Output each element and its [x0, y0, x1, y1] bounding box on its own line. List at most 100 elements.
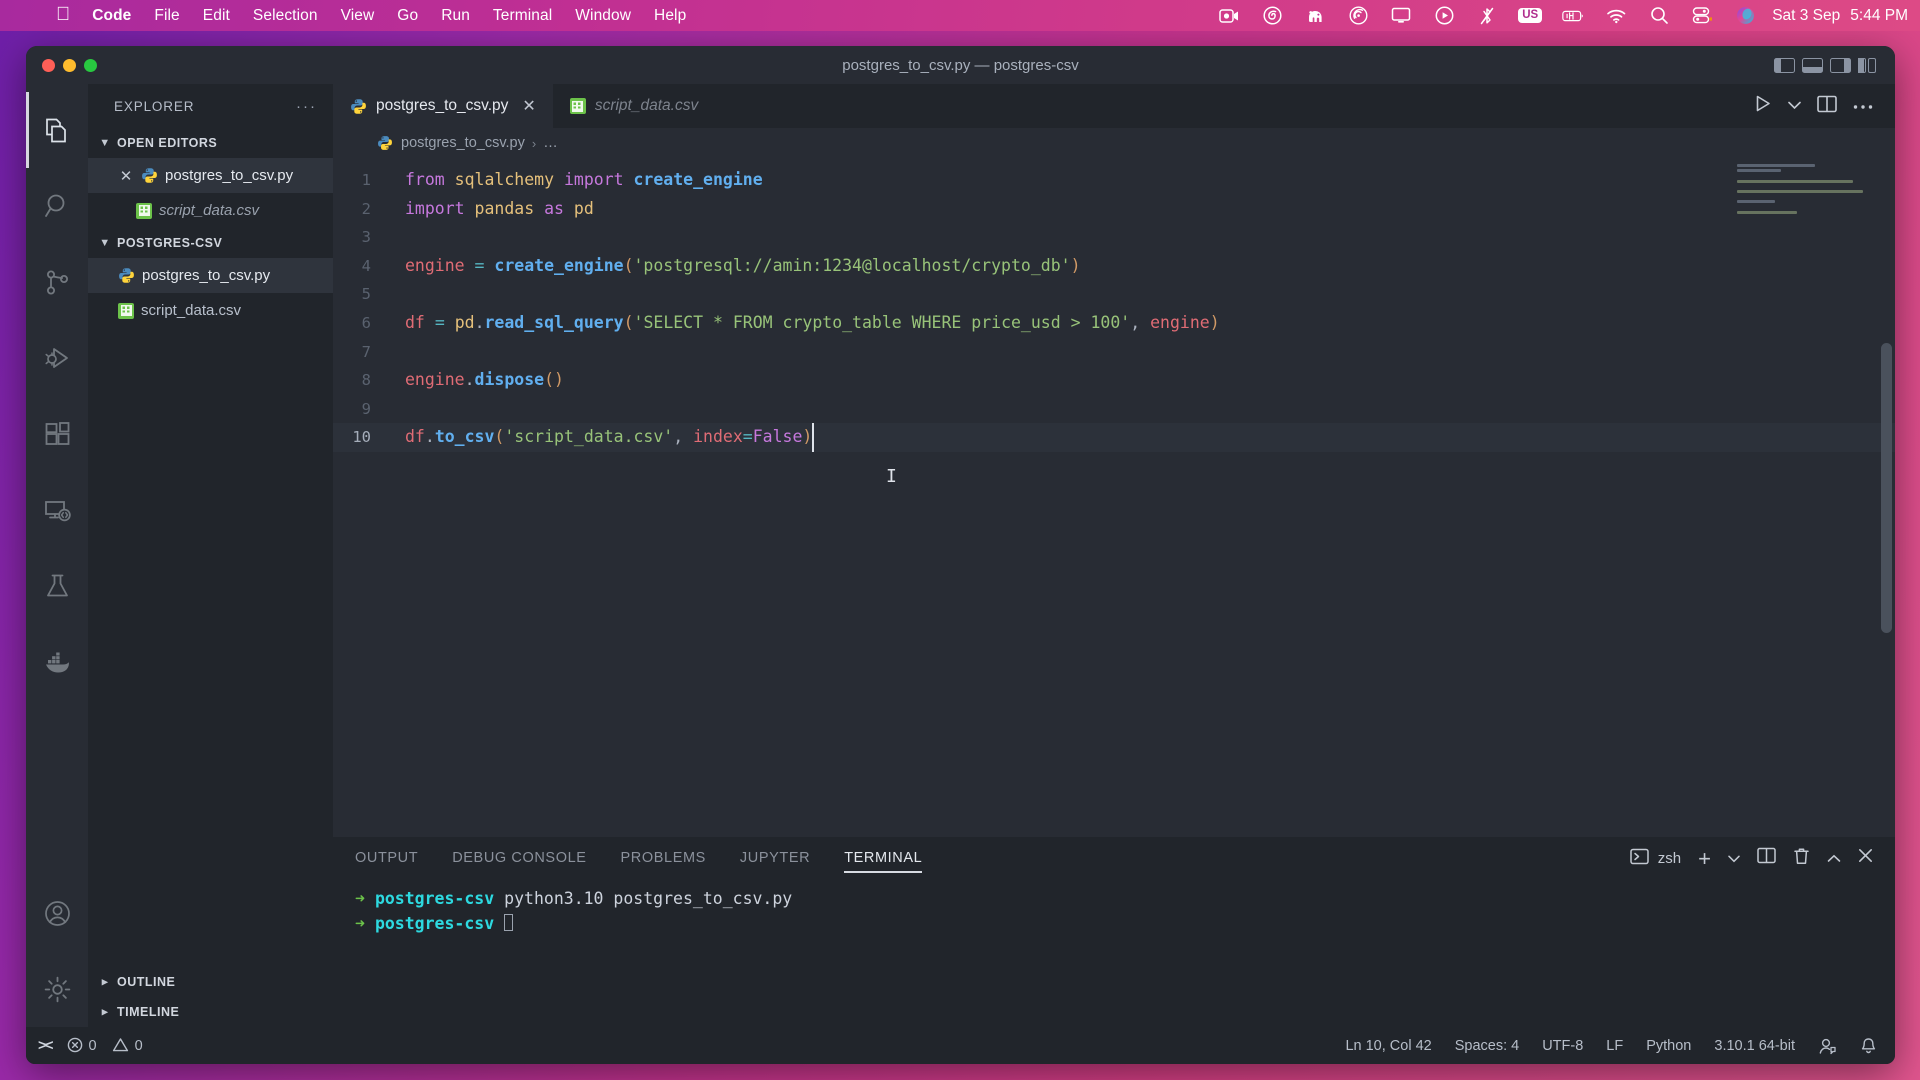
input-source-indicator[interactable]: US — [1519, 6, 1541, 26]
sidebar-item-extensions[interactable] — [26, 396, 88, 472]
code-line[interactable]: 9 — [333, 395, 1895, 424]
customize-layout-icon[interactable] — [1858, 58, 1879, 73]
live-share-icon[interactable] — [1818, 1037, 1837, 1055]
menu-item-selection[interactable]: Selection — [253, 7, 318, 25]
code-line[interactable]: 10df.to_csv('script_data.csv', index=Fal… — [333, 423, 1895, 452]
sidebar-more-actions-icon[interactable]: ··· — [296, 98, 317, 115]
code-line[interactable]: 1from sqlalchemy import create_engine — [333, 166, 1895, 195]
settings-button[interactable] — [26, 951, 88, 1027]
status-errors[interactable]: 0 — [67, 1037, 97, 1054]
activity-bar-bottom — [26, 875, 88, 1027]
media-player-icon[interactable] — [1433, 6, 1455, 26]
status-warnings[interactable]: 0 — [112, 1037, 143, 1054]
remote-indicator[interactable]: >< — [38, 1037, 52, 1054]
terminal-output[interactable]: ➜postgres-csvpython3.10 postgres_to_csv.… — [333, 879, 1895, 1027]
tab-script-data-csv[interactable]: script_data.csv — [553, 84, 715, 128]
menubar-clock[interactable]: Sat 3 Sep5:44 PM — [1772, 7, 1908, 25]
maximize-window-button[interactable] — [84, 59, 97, 72]
section-postgres-csv[interactable]: ▼ POSTGRES-CSV — [88, 228, 333, 258]
line-endings[interactable]: LF — [1606, 1038, 1623, 1054]
sidebar-item-testing[interactable] — [26, 548, 88, 624]
adobe-creative-cloud-icon[interactable] — [1261, 6, 1283, 26]
section-open-editors[interactable]: ▼ OPEN EDITORS — [88, 128, 333, 158]
python-interpreter[interactable]: 3.10.1 64-bit — [1714, 1038, 1795, 1054]
spotlight-search-icon[interactable] — [1648, 6, 1670, 26]
tab-jupyter[interactable]: JUPYTER — [740, 837, 810, 879]
code-line[interactable]: 5 — [333, 280, 1895, 309]
menu-item-go[interactable]: Go — [397, 7, 418, 25]
breadcrumb-file[interactable]: postgres_to_csv.py — [401, 135, 525, 151]
siri-icon[interactable] — [1734, 6, 1756, 26]
chevron-down-icon[interactable] — [1788, 97, 1801, 115]
editor-scrollbar-thumb[interactable] — [1881, 343, 1892, 633]
more-actions-icon[interactable] — [1853, 97, 1873, 115]
encoding[interactable]: UTF-8 — [1542, 1038, 1583, 1054]
menu-item-code[interactable]: Code — [92, 7, 131, 25]
tab-terminal[interactable]: TERMINAL — [844, 837, 922, 879]
menu-item-file[interactable]: File — [154, 7, 179, 25]
indentation[interactable]: Spaces: 4 — [1455, 1038, 1520, 1054]
menu-item-window[interactable]: Window — [575, 7, 631, 25]
close-panel-icon[interactable] — [1858, 848, 1873, 868]
section-timeline[interactable]: ▼ TIMELINE — [88, 997, 333, 1027]
language-mode[interactable]: Python — [1646, 1038, 1691, 1054]
menu-item-view[interactable]: View — [341, 7, 375, 25]
tab-postgres-to-csv-py[interactable]: postgres_to_csv.py ✕ — [333, 84, 553, 128]
tab-debug-console[interactable]: DEBUG CONSOLE — [452, 837, 586, 879]
breadcrumb-trailing[interactable]: … — [543, 135, 558, 151]
sidebar-item-run-and-debug[interactable] — [26, 320, 88, 396]
split-terminal-icon[interactable] — [1757, 847, 1776, 869]
toggle-secondary-sidebar-icon[interactable] — [1830, 58, 1851, 73]
notifications-bell-icon[interactable] — [1860, 1037, 1877, 1055]
code-line[interactable]: 2import pandas as pd — [333, 195, 1895, 224]
evernote-elephant-icon[interactable] — [1304, 6, 1326, 26]
new-terminal-icon[interactable]: + — [1698, 850, 1711, 867]
bluetooth-off-icon[interactable] — [1476, 6, 1498, 26]
code-line[interactable]: 4engine = create_engine('postgresql://am… — [333, 252, 1895, 281]
sidebar-item-source-control[interactable] — [26, 244, 88, 320]
code-line[interactable]: 7 — [333, 338, 1895, 367]
split-editor-icon[interactable] — [1817, 95, 1837, 118]
trash-icon[interactable] — [1793, 847, 1810, 870]
code-lines[interactable]: 1from sqlalchemy import create_engine2im… — [333, 158, 1895, 837]
menu-item-run[interactable]: Run — [441, 7, 470, 25]
sidebar-item-remote-explorer[interactable] — [26, 472, 88, 548]
toggle-panel-icon[interactable] — [1802, 58, 1823, 73]
menu-item-help[interactable]: Help — [654, 7, 686, 25]
tab-problems[interactable]: PROBLEMS — [621, 837, 706, 879]
code-editor[interactable]: 1from sqlalchemy import create_engine2im… — [333, 158, 1895, 837]
code-line[interactable]: 8engine.dispose() — [333, 366, 1895, 395]
chevron-down-icon[interactable] — [1728, 848, 1740, 868]
menu-item-edit[interactable]: Edit — [203, 7, 230, 25]
sidebar-item-explorer[interactable] — [26, 92, 88, 168]
bittorrent-icon[interactable] — [1347, 6, 1369, 26]
run-play-icon[interactable] — [1753, 94, 1772, 118]
toggle-primary-sidebar-icon[interactable] — [1774, 58, 1795, 73]
open-editor-script-data-csv[interactable]: script_data.csv — [88, 193, 333, 228]
close-editor-icon[interactable]: ✕ — [118, 167, 134, 185]
screen-record-icon[interactable] — [1218, 6, 1240, 26]
section-outline[interactable]: ▼ OUTLINE — [88, 967, 333, 997]
file-postgres-to-csv-py[interactable]: postgres_to_csv.py — [88, 258, 333, 293]
display-icon[interactable] — [1390, 6, 1412, 26]
sidebar-item-docker[interactable] — [26, 624, 88, 700]
sidebar-item-search[interactable] — [26, 168, 88, 244]
tab-output[interactable]: OUTPUT — [355, 837, 418, 879]
cursor-position[interactable]: Ln 10, Col 42 — [1345, 1038, 1431, 1054]
close-tab-icon[interactable]: ✕ — [522, 96, 535, 116]
terminal-shell-selector[interactable]: zsh — [1630, 848, 1681, 869]
minimap[interactable] — [1737, 164, 1877, 204]
wifi-icon[interactable] — [1605, 6, 1627, 26]
open-editor-postgres-to-csv-py[interactable]: ✕ postgres_to_csv.py — [88, 158, 333, 193]
accounts-button[interactable] — [26, 875, 88, 951]
close-window-button[interactable] — [42, 59, 55, 72]
battery-charging-icon[interactable] — [1562, 6, 1584, 26]
chevron-up-icon[interactable] — [1827, 848, 1841, 868]
file-script-data-csv[interactable]: script_data.csv — [88, 293, 333, 328]
code-line[interactable]: 6df = pd.read_sql_query('SELECT * FROM c… — [333, 309, 1895, 338]
apple-logo-icon[interactable]:  — [56, 5, 70, 24]
control-center-icon[interactable] — [1691, 6, 1713, 26]
code-line[interactable]: 3 — [333, 223, 1895, 252]
minimize-window-button[interactable] — [63, 59, 76, 72]
menu-item-terminal[interactable]: Terminal — [493, 7, 552, 25]
